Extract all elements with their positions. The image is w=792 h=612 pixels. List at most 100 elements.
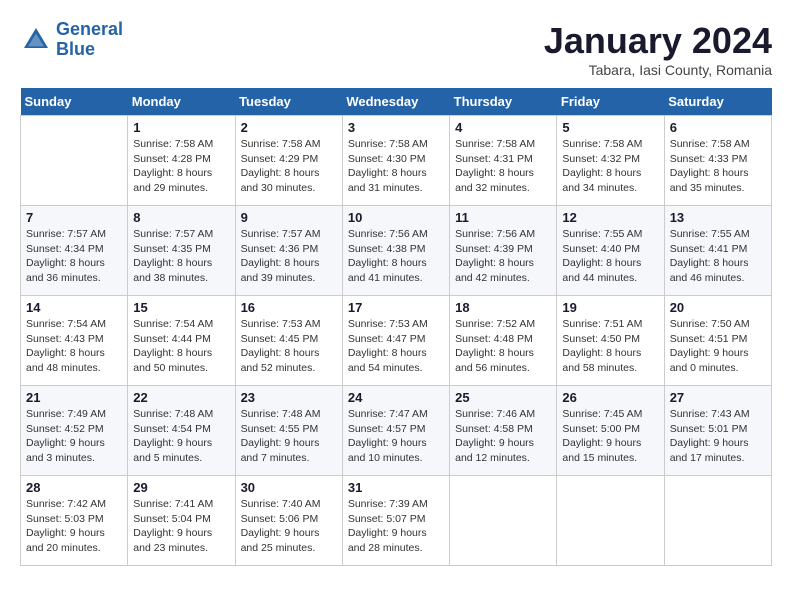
day-info: Sunrise: 7:58 AMSunset: 4:31 PMDaylight:…: [455, 137, 551, 196]
day-info: Sunrise: 7:42 AMSunset: 5:03 PMDaylight:…: [26, 497, 122, 556]
day-number: 6: [670, 120, 766, 135]
table-cell: [557, 476, 664, 566]
table-cell: 12 Sunrise: 7:55 AMSunset: 4:40 PMDaylig…: [557, 206, 664, 296]
header-wednesday: Wednesday: [342, 88, 449, 116]
day-info: Sunrise: 7:52 AMSunset: 4:48 PMDaylight:…: [455, 317, 551, 376]
table-cell: 24 Sunrise: 7:47 AMSunset: 4:57 PMDaylig…: [342, 386, 449, 476]
table-cell: 18 Sunrise: 7:52 AMSunset: 4:48 PMDaylig…: [450, 296, 557, 386]
day-info: Sunrise: 7:51 AMSunset: 4:50 PMDaylight:…: [562, 317, 658, 376]
table-cell: 17 Sunrise: 7:53 AMSunset: 4:47 PMDaylig…: [342, 296, 449, 386]
day-info: Sunrise: 7:41 AMSunset: 5:04 PMDaylight:…: [133, 497, 229, 556]
day-number: 29: [133, 480, 229, 495]
table-cell: 3 Sunrise: 7:58 AMSunset: 4:30 PMDayligh…: [342, 116, 449, 206]
table-cell: 29 Sunrise: 7:41 AMSunset: 5:04 PMDaylig…: [128, 476, 235, 566]
day-number: 27: [670, 390, 766, 405]
table-cell: 10 Sunrise: 7:56 AMSunset: 4:38 PMDaylig…: [342, 206, 449, 296]
day-info: Sunrise: 7:58 AMSunset: 4:29 PMDaylight:…: [241, 137, 337, 196]
location-title: Tabara, Iasi County, Romania: [544, 62, 772, 78]
day-info: Sunrise: 7:50 AMSunset: 4:51 PMDaylight:…: [670, 317, 766, 376]
title-area: January 2024 Tabara, Iasi County, Romani…: [544, 20, 772, 78]
page-header: General Blue January 2024 Tabara, Iasi C…: [20, 20, 772, 78]
day-number: 21: [26, 390, 122, 405]
table-cell: 27 Sunrise: 7:43 AMSunset: 5:01 PMDaylig…: [664, 386, 771, 476]
day-info: Sunrise: 7:57 AMSunset: 4:36 PMDaylight:…: [241, 227, 337, 286]
table-cell: 8 Sunrise: 7:57 AMSunset: 4:35 PMDayligh…: [128, 206, 235, 296]
table-cell: 31 Sunrise: 7:39 AMSunset: 5:07 PMDaylig…: [342, 476, 449, 566]
day-number: 12: [562, 210, 658, 225]
table-cell: 23 Sunrise: 7:48 AMSunset: 4:55 PMDaylig…: [235, 386, 342, 476]
table-cell: 26 Sunrise: 7:45 AMSunset: 5:00 PMDaylig…: [557, 386, 664, 476]
day-info: Sunrise: 7:39 AMSunset: 5:07 PMDaylight:…: [348, 497, 444, 556]
table-cell: 16 Sunrise: 7:53 AMSunset: 4:45 PMDaylig…: [235, 296, 342, 386]
day-info: Sunrise: 7:56 AMSunset: 4:38 PMDaylight:…: [348, 227, 444, 286]
month-title: January 2024: [544, 20, 772, 62]
week-row-1: 1 Sunrise: 7:58 AMSunset: 4:28 PMDayligh…: [21, 116, 772, 206]
day-info: Sunrise: 7:53 AMSunset: 4:47 PMDaylight:…: [348, 317, 444, 376]
day-number: 7: [26, 210, 122, 225]
day-number: 14: [26, 300, 122, 315]
day-number: 31: [348, 480, 444, 495]
day-number: 25: [455, 390, 551, 405]
day-number: 22: [133, 390, 229, 405]
day-info: Sunrise: 7:48 AMSunset: 4:55 PMDaylight:…: [241, 407, 337, 466]
day-number: 30: [241, 480, 337, 495]
day-number: 5: [562, 120, 658, 135]
day-number: 19: [562, 300, 658, 315]
day-number: 4: [455, 120, 551, 135]
logo-line2: Blue: [56, 39, 95, 59]
header-thursday: Thursday: [450, 88, 557, 116]
header-tuesday: Tuesday: [235, 88, 342, 116]
day-info: Sunrise: 7:43 AMSunset: 5:01 PMDaylight:…: [670, 407, 766, 466]
day-number: 16: [241, 300, 337, 315]
week-row-5: 28 Sunrise: 7:42 AMSunset: 5:03 PMDaylig…: [21, 476, 772, 566]
day-number: 3: [348, 120, 444, 135]
table-cell: 14 Sunrise: 7:54 AMSunset: 4:43 PMDaylig…: [21, 296, 128, 386]
day-info: Sunrise: 7:55 AMSunset: 4:41 PMDaylight:…: [670, 227, 766, 286]
day-number: 10: [348, 210, 444, 225]
table-cell: 25 Sunrise: 7:46 AMSunset: 4:58 PMDaylig…: [450, 386, 557, 476]
day-info: Sunrise: 7:48 AMSunset: 4:54 PMDaylight:…: [133, 407, 229, 466]
table-cell: 15 Sunrise: 7:54 AMSunset: 4:44 PMDaylig…: [128, 296, 235, 386]
day-info: Sunrise: 7:57 AMSunset: 4:34 PMDaylight:…: [26, 227, 122, 286]
day-number: 17: [348, 300, 444, 315]
week-row-3: 14 Sunrise: 7:54 AMSunset: 4:43 PMDaylig…: [21, 296, 772, 386]
day-number: 26: [562, 390, 658, 405]
day-number: 9: [241, 210, 337, 225]
header-sunday: Sunday: [21, 88, 128, 116]
day-info: Sunrise: 7:54 AMSunset: 4:44 PMDaylight:…: [133, 317, 229, 376]
table-cell: 20 Sunrise: 7:50 AMSunset: 4:51 PMDaylig…: [664, 296, 771, 386]
day-info: Sunrise: 7:58 AMSunset: 4:33 PMDaylight:…: [670, 137, 766, 196]
day-number: 13: [670, 210, 766, 225]
table-cell: 30 Sunrise: 7:40 AMSunset: 5:06 PMDaylig…: [235, 476, 342, 566]
table-cell: [664, 476, 771, 566]
table-cell: [21, 116, 128, 206]
day-number: 28: [26, 480, 122, 495]
table-cell: 21 Sunrise: 7:49 AMSunset: 4:52 PMDaylig…: [21, 386, 128, 476]
day-number: 18: [455, 300, 551, 315]
table-cell: 1 Sunrise: 7:58 AMSunset: 4:28 PMDayligh…: [128, 116, 235, 206]
day-number: 23: [241, 390, 337, 405]
day-number: 8: [133, 210, 229, 225]
table-cell: 11 Sunrise: 7:56 AMSunset: 4:39 PMDaylig…: [450, 206, 557, 296]
table-cell: 22 Sunrise: 7:48 AMSunset: 4:54 PMDaylig…: [128, 386, 235, 476]
day-info: Sunrise: 7:46 AMSunset: 4:58 PMDaylight:…: [455, 407, 551, 466]
table-cell: 5 Sunrise: 7:58 AMSunset: 4:32 PMDayligh…: [557, 116, 664, 206]
day-number: 20: [670, 300, 766, 315]
table-cell: 19 Sunrise: 7:51 AMSunset: 4:50 PMDaylig…: [557, 296, 664, 386]
day-info: Sunrise: 7:57 AMSunset: 4:35 PMDaylight:…: [133, 227, 229, 286]
day-info: Sunrise: 7:40 AMSunset: 5:06 PMDaylight:…: [241, 497, 337, 556]
weekday-header-row: Sunday Monday Tuesday Wednesday Thursday…: [21, 88, 772, 116]
day-info: Sunrise: 7:58 AMSunset: 4:30 PMDaylight:…: [348, 137, 444, 196]
day-info: Sunrise: 7:49 AMSunset: 4:52 PMDaylight:…: [26, 407, 122, 466]
logo: General Blue: [20, 20, 123, 60]
header-monday: Monday: [128, 88, 235, 116]
day-number: 15: [133, 300, 229, 315]
day-number: 11: [455, 210, 551, 225]
table-cell: 28 Sunrise: 7:42 AMSunset: 5:03 PMDaylig…: [21, 476, 128, 566]
day-number: 1: [133, 120, 229, 135]
table-cell: 4 Sunrise: 7:58 AMSunset: 4:31 PMDayligh…: [450, 116, 557, 206]
day-number: 2: [241, 120, 337, 135]
table-cell: 6 Sunrise: 7:58 AMSunset: 4:33 PMDayligh…: [664, 116, 771, 206]
table-cell: 7 Sunrise: 7:57 AMSunset: 4:34 PMDayligh…: [21, 206, 128, 296]
day-info: Sunrise: 7:55 AMSunset: 4:40 PMDaylight:…: [562, 227, 658, 286]
